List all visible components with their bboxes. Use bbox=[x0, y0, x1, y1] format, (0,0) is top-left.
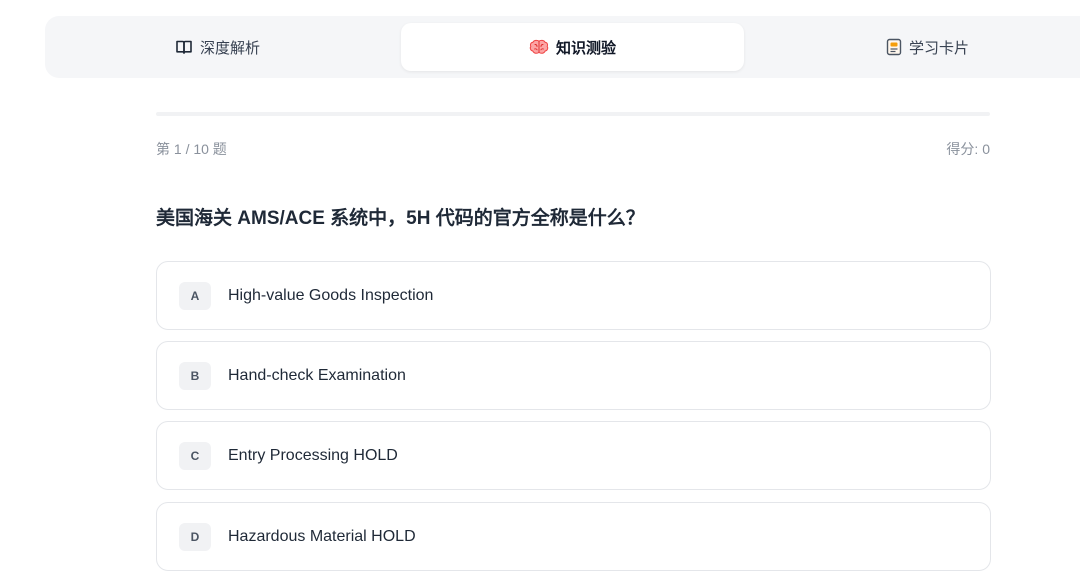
option-letter-badge: D bbox=[179, 522, 211, 551]
option-text: Entry Processing HOLD bbox=[228, 446, 398, 464]
tab-label: 深度解析 bbox=[199, 39, 260, 57]
option-letter-badge: C bbox=[179, 441, 211, 470]
option-text: Hand-check Examination bbox=[228, 366, 406, 384]
tab-label: 知识测验 bbox=[555, 39, 616, 57]
question-text: 美国海关 AMS/ACE 系统中，5H 代码的官方全称是什么？ bbox=[156, 208, 645, 229]
tab-bar: 深度解析 知识测验 学习卡片 bbox=[45, 16, 1080, 78]
quiz-progress-bar bbox=[156, 112, 990, 116]
book-open-icon bbox=[175, 39, 193, 55]
tab-label: 学习卡片 bbox=[908, 39, 969, 57]
tab-knowledge-quiz[interactable]: 知识测验 bbox=[401, 23, 744, 71]
tab-deep-analysis[interactable]: 深度解析 bbox=[45, 23, 390, 71]
option-text: High-value Goods Inspection bbox=[228, 286, 434, 304]
flashcard-icon bbox=[886, 38, 902, 56]
option-b[interactable]: B Hand-check Examination bbox=[156, 341, 991, 410]
option-a[interactable]: A High-value Goods Inspection bbox=[156, 261, 991, 330]
brain-icon bbox=[529, 39, 549, 55]
score-display: 得分: 0 bbox=[946, 141, 990, 157]
option-text: Hazardous Material HOLD bbox=[228, 527, 416, 545]
question-counter: 第 1 / 10 题 bbox=[156, 141, 227, 157]
tab-flashcards[interactable]: 学习卡片 bbox=[755, 23, 1080, 71]
option-d[interactable]: D Hazardous Material HOLD bbox=[156, 502, 991, 571]
option-c[interactable]: C Entry Processing HOLD bbox=[156, 421, 991, 490]
option-letter-badge: B bbox=[179, 361, 211, 390]
option-letter-badge: A bbox=[179, 281, 211, 310]
